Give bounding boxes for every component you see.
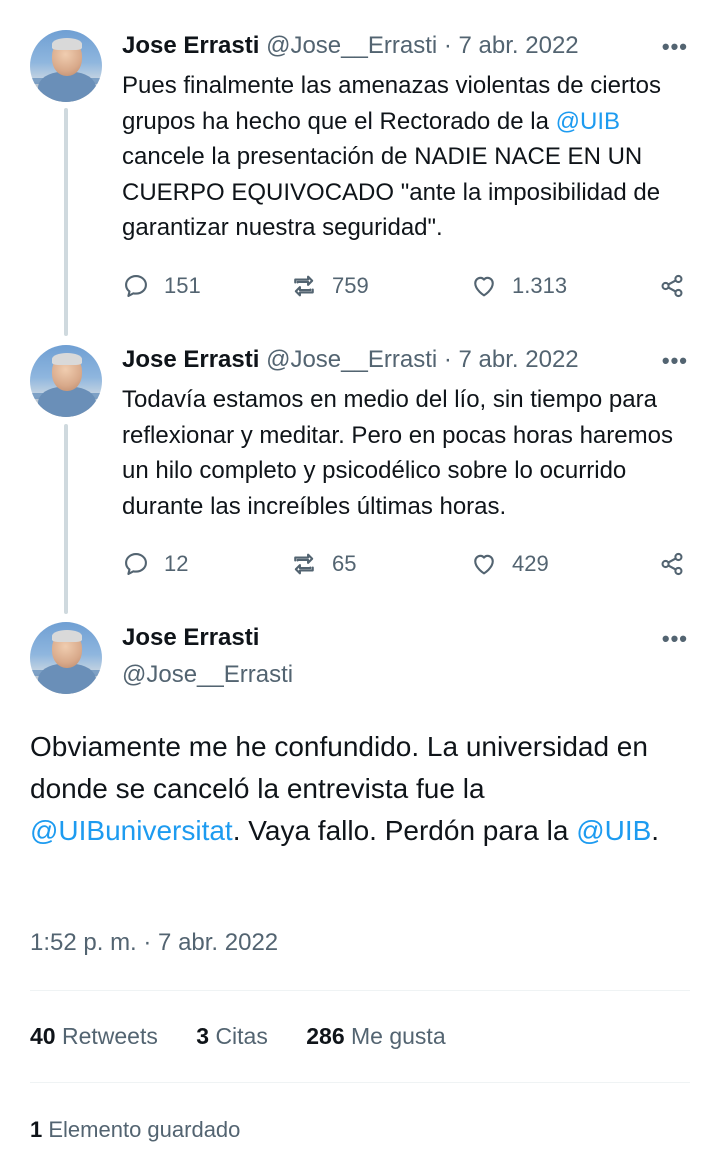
tweet-text-part: Obviamente me he confundido. La universi…: [30, 731, 648, 804]
engagement-stats: 40 Retweets 3 Citas 286 Me gusta: [30, 1023, 478, 1050]
author-handle[interactable]: @Jose__Errasti: [266, 32, 437, 59]
retweet-count: 65: [332, 551, 357, 576]
divider: [30, 990, 690, 991]
tweet-text-part: . Vaya fallo. Perdón para la: [232, 815, 577, 846]
quotes-stat[interactable]: 3 Citas: [196, 1023, 268, 1049]
reply-button[interactable]: 151: [122, 270, 201, 302]
tweet-date[interactable]: 7 abr. 2022: [459, 346, 579, 373]
share-button[interactable]: [658, 548, 700, 580]
retweets-count: 40: [30, 1023, 56, 1049]
bookmarks-label: Elemento guardado: [48, 1117, 241, 1142]
separator: ·: [443, 346, 452, 373]
retweet-icon: [294, 553, 314, 575]
likes-label: Me gusta: [351, 1023, 446, 1049]
author-name[interactable]: Jose Errasti: [122, 32, 259, 59]
tweet-text: Obviamente me he confundido. La universi…: [30, 726, 700, 852]
retweet-count: 759: [332, 273, 369, 298]
like-count: 429: [512, 551, 549, 576]
tweet-text: Todavía estamos en medio del lío, sin ti…: [122, 386, 673, 520]
bookmarks-count: 1: [30, 1117, 43, 1142]
bookmarks-stat[interactable]: 1 Elemento guardado: [30, 1117, 240, 1143]
retweet-button[interactable]: 759: [290, 270, 369, 302]
retweet-icon: [294, 275, 314, 297]
tweet-text-part: cancele la presentación de NADIE NACE EN…: [122, 143, 661, 241]
mention-link[interactable]: @UIBuniversitat: [30, 815, 233, 846]
heart-icon: [474, 276, 494, 297]
retweets-label: Retweets: [61, 1023, 158, 1049]
divider: [30, 1082, 690, 1083]
share-icon: [661, 552, 683, 576]
separator: ·: [443, 32, 452, 59]
tweet-text-part: .: [651, 815, 660, 846]
mention-link[interactable]: @UIB: [576, 815, 651, 846]
author-name[interactable]: Jose Errasti: [122, 623, 259, 653]
likes-stat[interactable]: 286 Me gusta: [306, 1023, 445, 1049]
heart-icon: [474, 554, 494, 575]
reply-icon: [125, 275, 147, 297]
thread-line: [64, 108, 68, 336]
reply-count: 151: [164, 273, 201, 298]
tweet-header: Jose Errasti @Jose__Errasti · 7 abr. 202…: [122, 31, 579, 61]
reply-count: 12: [164, 551, 189, 576]
like-button[interactable]: 1.313: [470, 270, 567, 302]
avatar[interactable]: [30, 30, 102, 102]
share-icon: [661, 274, 683, 298]
quotes-count: 3: [196, 1023, 210, 1049]
more-icon[interactable]: •••: [662, 626, 688, 652]
tweet-date[interactable]: 7 abr. 2022: [459, 32, 579, 59]
avatar[interactable]: [30, 622, 102, 694]
reply-icon: [125, 553, 147, 575]
tweet-header: Jose Errasti @Jose__Errasti · 7 abr. 202…: [122, 345, 579, 375]
tweet-actions: 151 759 1.313: [122, 270, 692, 302]
author-handle[interactable]: @Jose__Errasti: [266, 346, 437, 373]
like-count: 1.313: [512, 273, 568, 298]
thread-line: [64, 424, 68, 614]
more-icon[interactable]: •••: [662, 348, 688, 374]
avatar[interactable]: [30, 345, 102, 417]
tweet-actions: 12 65 429: [122, 548, 692, 580]
quotes-label: Citas: [215, 1023, 268, 1049]
mention-link[interactable]: @UIB: [556, 108, 620, 135]
share-button[interactable]: [658, 270, 700, 302]
tweet-timestamp[interactable]: 1:52 p. m. · 7 abr. 2022: [30, 929, 278, 957]
more-icon[interactable]: •••: [662, 34, 688, 60]
like-button[interactable]: 429: [470, 548, 549, 580]
likes-count: 286: [306, 1023, 345, 1049]
author-handle[interactable]: @Jose__Errasti: [122, 660, 293, 690]
tweet-text: Pues finalmente las amenazas violentas d…: [122, 68, 702, 246]
retweets-stat[interactable]: 40 Retweets: [30, 1023, 158, 1049]
author-name[interactable]: Jose Errasti: [122, 346, 259, 373]
reply-button[interactable]: 12: [122, 548, 188, 580]
retweet-button[interactable]: 65: [290, 548, 356, 580]
